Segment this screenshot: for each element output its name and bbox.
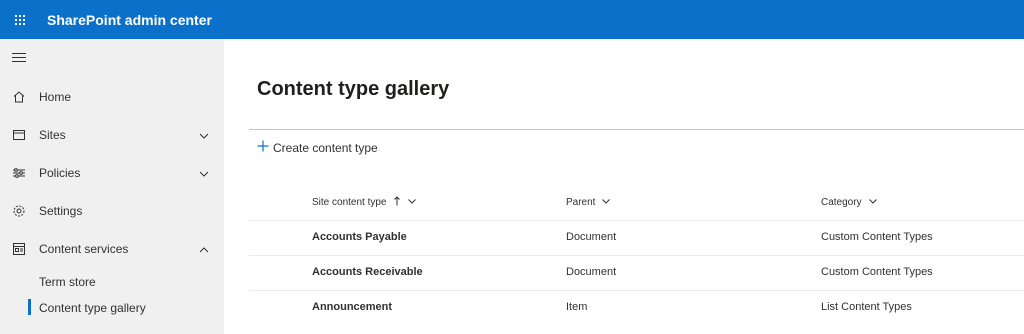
nav-item-policies[interactable]: Policies (0, 155, 224, 191)
page-title: Content type gallery (257, 78, 450, 100)
column-header-label: Category (821, 197, 862, 208)
nav-item-sites[interactable]: Sites (0, 117, 224, 153)
divider (249, 129, 1024, 130)
chevron-down-icon (407, 196, 417, 209)
nav-subitem-content-type-gallery[interactable]: Content type gallery (0, 295, 224, 321)
table-row[interactable]: Accounts Payable Document Custom Content… (249, 220, 1024, 255)
nav-subitem-label: Term store (39, 275, 96, 289)
table-row[interactable]: Announcement Item List Content Types (249, 290, 1024, 325)
row-category: Custom Content Types (821, 266, 933, 278)
chevron-down-icon (198, 167, 210, 179)
nav-item-label: Settings (39, 204, 83, 218)
nav-item-home[interactable]: Home (0, 79, 224, 115)
column-header-label: Parent (566, 197, 596, 208)
chevron-down-icon (601, 196, 611, 209)
column-header-label: Site content type (312, 197, 387, 208)
hamburger-icon[interactable] (12, 53, 26, 65)
nav-subitem-label: Content type gallery (39, 301, 146, 315)
app-title[interactable]: SharePoint admin center (47, 12, 212, 28)
sites-icon (11, 127, 27, 143)
nav-item-settings[interactable]: Settings (0, 193, 224, 229)
nav-item-label: Home (39, 90, 72, 104)
row-category: Custom Content Types (821, 231, 933, 243)
chevron-down-icon (198, 129, 210, 141)
table-row[interactable]: Accounts Receivable Document Custom Cont… (249, 255, 1024, 290)
column-header-site-content-type[interactable]: Site content type (312, 196, 417, 209)
row-category: List Content Types (821, 301, 912, 313)
row-parent: Document (566, 231, 617, 243)
row-name[interactable]: Accounts Receivable (312, 266, 423, 278)
nav-item-content-services[interactable]: Content services (0, 231, 224, 267)
nav-subitem-term-store[interactable]: Term store (0, 269, 224, 295)
row-name[interactable]: Accounts Payable (312, 231, 407, 243)
sort-ascending-icon (393, 196, 401, 209)
sidebar: Home Sites Policies Settings Content ser… (0, 39, 224, 334)
nav-item-label: Content services (39, 242, 129, 256)
create-content-type-button[interactable]: Create content type (257, 140, 378, 156)
policies-icon (11, 165, 27, 181)
top-bar: SharePoint admin center (0, 0, 1024, 39)
column-header-parent[interactable]: Parent (566, 196, 611, 209)
app-launcher-button[interactable] (0, 0, 39, 39)
nav-item-label: Sites (39, 128, 66, 142)
row-parent: Item (566, 301, 588, 313)
content-services-icon (11, 241, 27, 257)
column-header-category[interactable]: Category (821, 196, 878, 209)
plus-icon (257, 139, 269, 157)
nav-item-label: Policies (39, 166, 81, 180)
row-name[interactable]: Announcement (312, 301, 392, 313)
home-icon (11, 89, 27, 105)
waffle-icon (14, 14, 25, 25)
create-content-type-label: Create content type (273, 141, 378, 155)
chevron-down-icon (868, 196, 878, 209)
chevron-up-icon (198, 243, 210, 255)
row-parent: Document (566, 266, 617, 278)
selection-indicator (28, 299, 31, 315)
main-content: Content type gallery Create content type… (224, 39, 1024, 334)
gear-icon (11, 203, 27, 219)
